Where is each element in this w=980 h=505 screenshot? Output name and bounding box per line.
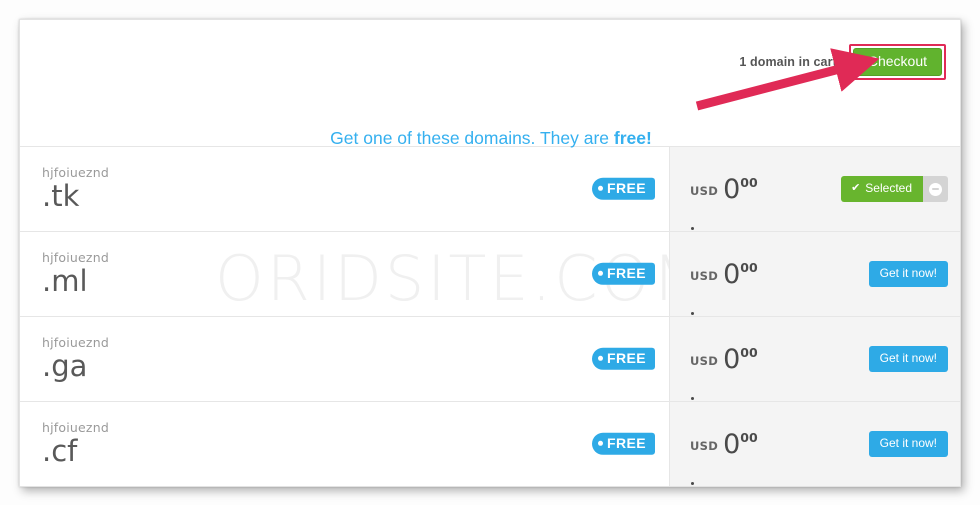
domain-tld-label: .ga <box>42 349 88 384</box>
price-currency-label: USD <box>690 438 719 453</box>
row-action-group: Get it now! <box>868 260 948 288</box>
free-price-tag: FREE <box>592 177 655 201</box>
domain-name-block: hjfoiueznd .cf <box>42 419 109 469</box>
domain-info-cell: hjfoiueznd .ml FREE <box>20 232 669 316</box>
minus-bar-icon <box>932 188 939 190</box>
promo-lead-text: Get one of these domains. They are <box>330 128 614 148</box>
page-background: ORIDSITE.COM 1 domain in cart Checkout G… <box>0 0 980 505</box>
minus-circle-icon <box>929 182 942 196</box>
domain-result-row: hjfoiueznd .tk FREE USD 0 00 ✔ Selected <box>20 146 960 231</box>
domain-info-cell: hjfoiueznd .ga FREE <box>20 317 669 401</box>
row-action-group: Get it now! <box>868 345 948 373</box>
free-tag-label: FREE <box>607 434 646 451</box>
free-tag-label: FREE <box>607 264 646 281</box>
price-amount: 0 <box>723 258 741 290</box>
price-cents: 00 <box>740 174 758 190</box>
domain-info-cell: hjfoiueznd .cf FREE <box>20 402 669 486</box>
price-currency-label: USD <box>690 353 719 368</box>
promo-emphasis-text: free! <box>613 128 652 148</box>
domain-price-cell: USD 0 00 Get it now! <box>669 402 960 486</box>
domain-sld-label: hjfoiueznd <box>42 419 109 435</box>
row-action-group: Get it now! <box>868 430 948 458</box>
domain-sld-label: hjfoiueznd <box>42 164 109 180</box>
free-tag-label: FREE <box>607 349 646 366</box>
price-display: USD 0 00 <box>690 343 758 400</box>
checkout-button[interactable]: Checkout <box>852 48 942 77</box>
price-cents: 00 <box>740 259 758 275</box>
price-cents: 00 <box>740 344 758 360</box>
get-it-now-button[interactable]: Get it now! <box>868 430 948 458</box>
promo-headline: Get one of these domains. They are free! <box>20 128 960 149</box>
checkmark-icon: ✔ <box>851 182 861 194</box>
price-currency-label: USD <box>690 183 719 198</box>
price-tag-hole-icon <box>598 185 604 191</box>
domain-search-card: ORIDSITE.COM 1 domain in cart Checkout G… <box>19 19 961 487</box>
price-amount: 0 <box>723 428 741 460</box>
domain-result-row: hjfoiueznd .ga FREE USD 0 00 Get it now! <box>20 316 960 401</box>
price-tag-hole-icon <box>598 270 604 276</box>
remove-from-cart-button[interactable] <box>923 176 948 202</box>
price-display: USD 0 00 <box>690 428 758 485</box>
price-tag-hole-icon <box>598 440 604 446</box>
domain-price-cell: USD 0 00 Get it now! <box>669 317 960 401</box>
selected-button[interactable]: ✔ Selected <box>841 175 923 203</box>
domain-result-row: hjfoiueznd .ml FREE USD 0 00 Get it now! <box>20 231 960 316</box>
price-decimal-dot <box>691 312 694 315</box>
selected-button-label: Selected <box>865 180 912 195</box>
price-currency-label: USD <box>690 268 719 283</box>
get-it-now-button[interactable]: Get it now! <box>868 260 948 288</box>
domain-name-block: hjfoiueznd .tk <box>42 164 109 214</box>
domain-info-cell: hjfoiueznd .tk FREE <box>20 147 669 231</box>
domain-sld-label: hjfoiueznd <box>42 334 109 350</box>
free-price-tag: FREE <box>592 262 655 286</box>
row-action-group: ✔ Selected <box>841 175 948 203</box>
price-cents: 00 <box>740 429 758 445</box>
price-tag-hole-icon <box>598 355 604 361</box>
price-decimal-dot <box>691 482 694 485</box>
domain-name-block: hjfoiueznd .ml <box>42 249 109 299</box>
checkout-highlight-box: Checkout <box>848 44 946 81</box>
free-price-tag: FREE <box>592 347 655 371</box>
price-display: USD 0 00 <box>690 173 758 230</box>
domain-tld-label: .tk <box>42 179 80 214</box>
domain-results-list: hjfoiueznd .tk FREE USD 0 00 ✔ Selected hjfoiuez… <box>20 146 960 486</box>
domain-sld-label: hjfoiueznd <box>42 249 109 265</box>
domain-tld-label: .ml <box>42 264 88 299</box>
price-display: USD 0 00 <box>690 258 758 315</box>
cart-bar: 1 domain in cart Checkout <box>739 44 946 81</box>
domain-tld-label: .cf <box>42 434 78 469</box>
domain-name-block: hjfoiueznd .ga <box>42 334 109 384</box>
domain-price-cell: USD 0 00 Get it now! <box>669 232 960 316</box>
price-amount: 0 <box>723 343 741 375</box>
get-it-now-button[interactable]: Get it now! <box>868 345 948 373</box>
cart-count-label: 1 domain in cart <box>739 55 837 70</box>
domain-result-row: hjfoiueznd .cf FREE USD 0 00 Get it now! <box>20 401 960 486</box>
price-decimal-dot <box>691 227 694 230</box>
free-tag-label: FREE <box>607 179 646 196</box>
price-decimal-dot <box>691 397 694 400</box>
price-amount: 0 <box>723 173 741 205</box>
domain-price-cell: USD 0 00 ✔ Selected <box>669 147 960 231</box>
free-price-tag: FREE <box>592 432 655 456</box>
